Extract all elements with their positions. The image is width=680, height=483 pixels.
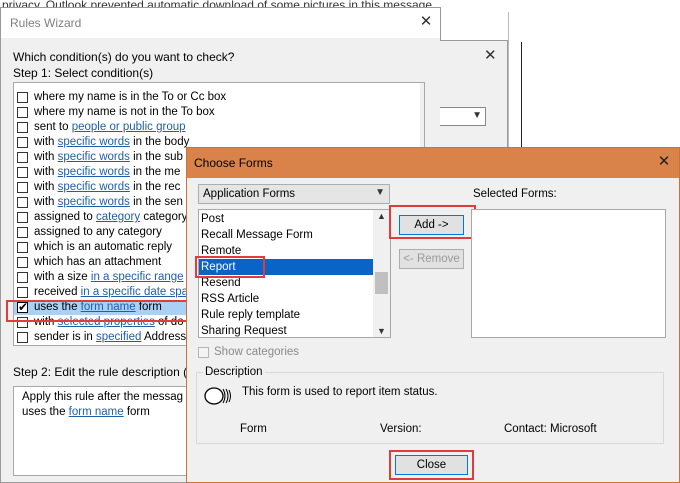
condition-link[interactable]: specific words (58, 136, 130, 148)
scroll-up-icon[interactable]: ▲ (377, 211, 386, 221)
condition-link[interactable]: specific words (58, 151, 130, 163)
rule-description-line2: uses the form name form (22, 406, 150, 418)
forms-source-dropdown[interactable]: Application Forms ▼ (198, 184, 390, 204)
form-icon (204, 387, 231, 405)
condition-link[interactable]: in a specific range (91, 271, 184, 283)
highlight-box-add (389, 205, 476, 239)
condition-text: with specific words in the rec (34, 181, 181, 193)
highlight-box-close (389, 450, 474, 480)
form-description-text: This form is used to report item status. (242, 386, 438, 398)
rule-description-suffix: form (123, 406, 150, 418)
condition-checkbox[interactable] (17, 152, 28, 163)
version-label: Version: (380, 423, 422, 435)
condition-link[interactable]: specific words (58, 196, 130, 208)
form-label: Form (240, 423, 267, 435)
condition-link[interactable]: specified (96, 331, 141, 343)
condition-link[interactable]: category (96, 211, 140, 223)
condition-checkbox[interactable] (17, 137, 28, 148)
form-list-item[interactable]: Rule reply template (199, 307, 374, 323)
background-message-pane (508, 12, 680, 150)
form-list-item[interactable]: RSS Article (199, 291, 374, 307)
checkbox-box (198, 347, 209, 358)
condition-text: with specific words in the body (34, 136, 190, 148)
condition-question: Which condition(s) do you want to check? (13, 50, 235, 64)
condition-text: where my name is not in the To box (34, 106, 215, 118)
condition-text: where my name is in the To or Cc box (34, 91, 227, 103)
condition-checkbox[interactable] (17, 272, 28, 283)
choose-forms-dialog: Choose Forms ✕ Application Forms ▼ Shari… (186, 147, 680, 483)
condition-checkbox[interactable] (17, 107, 28, 118)
condition-link[interactable]: in a specific date span (81, 286, 195, 298)
chevron-down-icon: ▼ (375, 187, 385, 198)
condition-text: received in a specific date span (34, 286, 195, 298)
condition-text: with specific words in the me (34, 166, 181, 178)
rules-wizard-titlebar: Rules Wizard ✕ (1, 8, 440, 38)
condition-checkbox[interactable] (17, 242, 28, 253)
condition-checkbox[interactable] (17, 182, 28, 193)
scrollbar-thumb[interactable] (375, 272, 388, 294)
condition-checkbox[interactable] (17, 92, 28, 103)
close-icon[interactable]: ✕ (417, 13, 435, 31)
close-icon[interactable]: ✕ (484, 46, 497, 64)
condition-checkbox[interactable] (17, 122, 28, 133)
condition-text: sent to people or public group (34, 121, 186, 133)
forms-source-value: Application Forms (203, 188, 296, 200)
rule-description-text: uses the (22, 406, 69, 418)
highlight-box-report (195, 256, 265, 278)
form-list-item[interactable]: Recall Message Form (199, 227, 374, 243)
form-list-item[interactable]: Sharing Request (199, 323, 374, 337)
choose-forms-title: Choose Forms (194, 156, 273, 170)
condition-text: which is an automatic reply (34, 241, 173, 253)
form-list-item[interactable]: Post (199, 211, 374, 227)
condition-checkbox[interactable] (17, 332, 28, 343)
choose-forms-titlebar: Choose Forms ✕ (187, 148, 679, 178)
remove-button[interactable]: <- Remove (399, 249, 464, 269)
highlight-box-form-condition (6, 300, 189, 322)
condition-text: sender is in specified Address (34, 331, 187, 343)
rules-wizard-title: Rules Wizard (10, 16, 82, 30)
condition-link[interactable]: specific words (58, 166, 130, 178)
chevron-down-icon: ▼ (472, 110, 482, 121)
rule-description-line1: Apply this rule after the messag (22, 391, 184, 403)
show-categories-label: Show categories (214, 346, 300, 358)
condition-text: assigned to category category (34, 211, 188, 223)
condition-text: with specific words in the sen (34, 196, 183, 208)
condition-checkbox[interactable] (17, 197, 28, 208)
condition-checkbox[interactable] (17, 212, 28, 223)
scroll-down-icon[interactable]: ▼ (377, 326, 386, 336)
contact-label: Contact: Microsoft (504, 423, 597, 435)
condition-text: which is a meeting invitation (34, 345, 177, 346)
condition-row[interactable]: where my name is not in the To box (14, 105, 414, 120)
selected-forms-label: Selected Forms: (473, 188, 557, 200)
condition-text: with specific words in the sub (34, 151, 183, 163)
condition-checkbox[interactable] (17, 257, 28, 268)
condition-checkbox[interactable] (17, 167, 28, 178)
form-name-link[interactable]: form name (69, 406, 124, 418)
condition-text: assigned to any category (34, 226, 162, 238)
selected-forms-list[interactable] (471, 209, 666, 338)
condition-row[interactable]: sent to people or public group (14, 120, 414, 135)
condition-checkbox[interactable] (17, 287, 28, 298)
condition-text: with a size in a specific range (34, 271, 184, 283)
condition-link[interactable]: specific words (58, 181, 130, 193)
background-dialog: ✕ ▼ (440, 40, 508, 150)
step1-label: Step 1: Select condition(s) (13, 66, 154, 80)
background-dropdown[interactable]: ▼ (440, 107, 486, 126)
close-icon[interactable]: ✕ (655, 153, 673, 171)
condition-link[interactable]: people or public group (72, 121, 186, 133)
description-legend: Description (203, 366, 265, 378)
condition-text: which has an attachment (34, 256, 162, 268)
step2-label: Step 2: Edit the rule description (c (13, 365, 194, 379)
condition-row[interactable]: where my name is in the To or Cc box (14, 90, 414, 105)
condition-checkbox[interactable] (17, 227, 28, 238)
forms-list-scrollbar[interactable]: ▲ ▼ (373, 210, 390, 337)
